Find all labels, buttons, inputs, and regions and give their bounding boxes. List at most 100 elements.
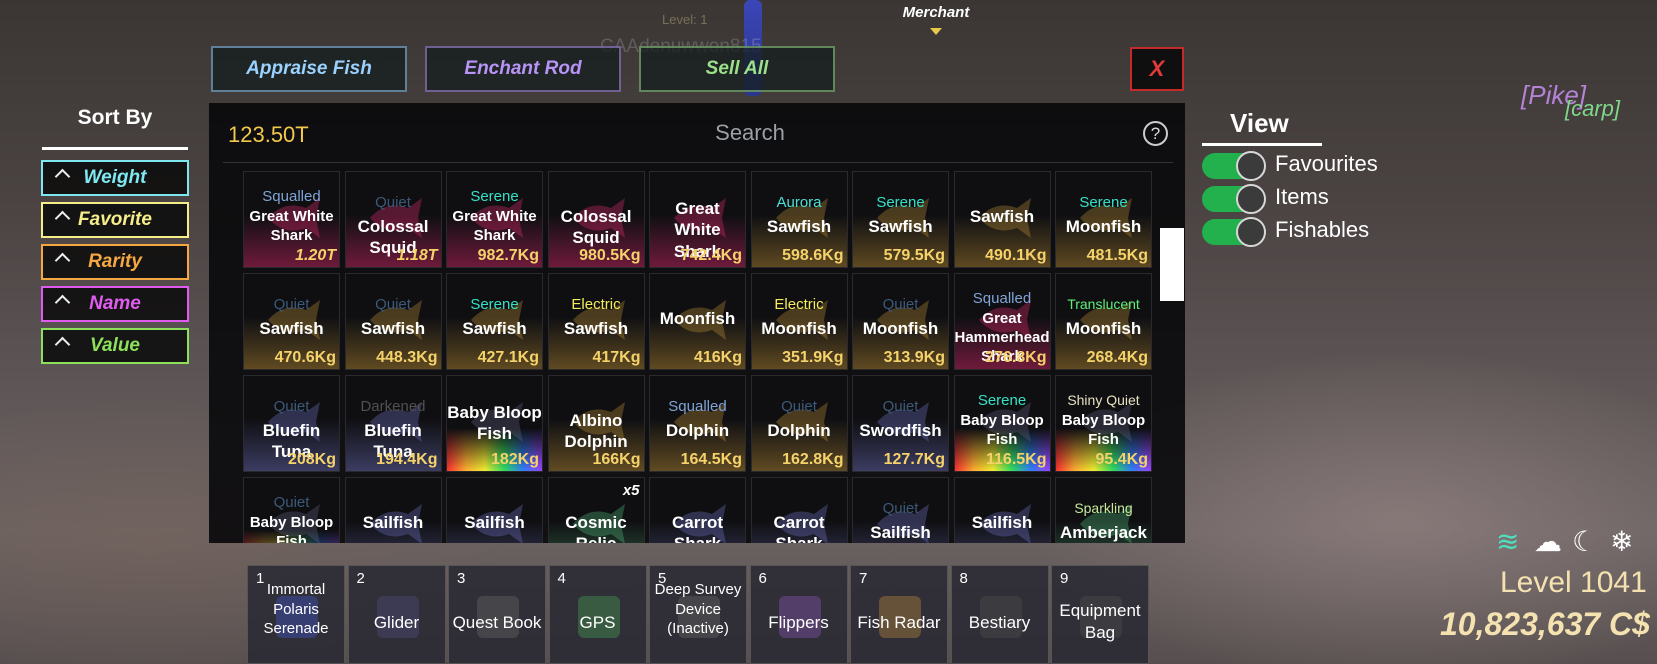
item-count: x5 <box>622 482 640 499</box>
inventory-item[interactable]: Moonfish 416Kg <box>649 273 746 370</box>
item-weight: 127.7Kg <box>883 451 945 468</box>
item-weight: 416Kg <box>693 349 742 366</box>
search-input[interactable]: Search <box>650 120 850 150</box>
inventory-item[interactable]: Squalled Dolphin 164.5Kg <box>649 375 746 472</box>
inventory-item[interactable]: Serene Baby Bloop Fish 116.5Kg <box>953 375 1051 472</box>
item-weight: 481.5Kg <box>1086 247 1148 264</box>
item-weight: 276.8Kg <box>985 349 1047 366</box>
inventory-item[interactable]: Squalled Great White Shark 1.20T <box>243 171 340 268</box>
hotbar-label: Flippers <box>768 613 829 632</box>
hotbar-slot-4[interactable]: 4 GPS <box>548 565 647 664</box>
inventory-item[interactable]: Serene Great White Shark 982.7Kg <box>446 171 543 268</box>
toggle-knob <box>1236 217 1266 247</box>
currency-balance: 10,823,637 C$ <box>1440 606 1650 642</box>
inventory-item[interactable]: Great White Shark 742.4Kg <box>649 171 746 268</box>
hotbar-slot-6[interactable]: 6 Flippers <box>749 565 848 664</box>
inventory-item[interactable]: Aurora Sawfish 598.6Kg <box>750 171 848 268</box>
item-name: Sailfish <box>464 513 525 532</box>
inventory-item[interactable]: Sailfish <box>344 477 442 543</box>
inventory-item[interactable]: Translucent Moonfish 268.4Kg <box>1055 273 1152 370</box>
inventory-item[interactable]: Baby Bloop Fish 182Kg <box>446 375 543 472</box>
inventory-item[interactable]: Serene Sawfish 579.5Kg <box>852 171 949 268</box>
chevron-down-icon <box>930 28 942 35</box>
hotbar-slot-7[interactable]: 7 Fish Radar <box>850 565 948 664</box>
inventory-item[interactable]: Squalled Great Hammerhead Shark 276.8Kg <box>953 273 1051 370</box>
inventory-item[interactable]: Quiet Dolphin 162.8Kg <box>750 375 848 472</box>
item-modifier: Serene <box>1079 194 1128 211</box>
sort-favorite-button[interactable]: Favorite <box>41 202 189 238</box>
item-modifier: Squalled <box>668 398 727 415</box>
inventory-item[interactable]: Quiet Sawfish 470.6Kg <box>243 273 340 370</box>
sort-name-button[interactable]: Name <box>41 286 189 322</box>
help-icon[interactable]: ? <box>1143 121 1168 146</box>
item-weight: 427.1Kg <box>477 349 539 366</box>
enchant-rod-label: Enchant Rod <box>464 58 582 79</box>
inventory-item[interactable]: Sailfish <box>953 477 1051 543</box>
inventory-item[interactable]: Sawfish 490.1Kg <box>953 171 1051 268</box>
inventory-item[interactable]: Sailfish <box>446 477 543 543</box>
inventory-item[interactable]: Carrot Shark <box>649 477 746 543</box>
item-name: Albino Dolphin <box>564 411 628 452</box>
item-name: Sawfish <box>868 217 933 236</box>
inventory-item[interactable]: Quiet Baby Bloop Fish <box>243 477 340 543</box>
hotbar-label: Quest Book <box>452 613 542 632</box>
inventory-item[interactable]: Quiet Sailfish <box>852 477 949 543</box>
item-name: Baby Bloop Fish <box>447 403 542 444</box>
item-name: Cosmic Relic <box>565 513 627 543</box>
inventory-item[interactable]: Electric Sawfish 417Kg <box>547 273 645 370</box>
appraise-fish-label: Appraise Fish <box>246 58 372 79</box>
sort-rarity-button[interactable]: Rarity <box>41 244 189 280</box>
inventory-item[interactable]: Colossal Squid 980.5Kg <box>547 171 645 268</box>
appraise-fish-button[interactable]: Appraise Fish <box>211 46 407 92</box>
item-name: Dolphin <box>665 421 730 440</box>
toggle-fishables[interactable] <box>1202 217 1266 247</box>
hotbar-key: 8 <box>959 570 968 587</box>
inventory-item[interactable]: Sparkling Amberjack <box>1055 477 1152 543</box>
inventory-item[interactable]: Quiet Sawfish 448.3Kg <box>344 273 442 370</box>
inventory-item[interactable]: Quiet Colossal Squid 1.18T <box>344 171 442 268</box>
hotbar-slot-9[interactable]: 9 Equipment Bag <box>1051 565 1149 664</box>
enchant-rod-button[interactable]: Enchant Rod <box>425 46 621 92</box>
item-modifier: Aurora <box>776 194 822 211</box>
hotbar-slot-8[interactable]: 8 Bestiary <box>950 565 1049 664</box>
inventory-item[interactable]: Darkened Bluefin Tuna 194.4Kg <box>344 375 442 472</box>
item-weight: 448.3Kg <box>376 349 438 366</box>
inventory-item[interactable]: Shiny Quiet Baby Bloop Fish 95.4Kg <box>1055 375 1152 472</box>
item-weight: 116.5Kg <box>986 451 1047 468</box>
hotbar-slot-2[interactable]: 2 Glider <box>347 565 446 664</box>
toggle-favourites[interactable] <box>1202 151 1266 181</box>
sort-value-button[interactable]: Value <box>41 328 189 364</box>
item-name: Swordfish <box>859 421 942 440</box>
inventory-item[interactable]: Quiet Moonfish 313.9Kg <box>852 273 949 370</box>
item-weight: 980.5Kg <box>579 247 641 264</box>
inventory-item[interactable]: Albino Dolphin 166Kg <box>547 375 645 472</box>
inventory-item[interactable]: Quiet Bluefin Tuna 208Kg <box>243 375 340 472</box>
sell-all-button[interactable]: Sell All <box>639 46 835 92</box>
item-modifier: Quiet <box>273 494 310 511</box>
hotbar-slot-3[interactable]: 3 Quest Book <box>448 565 546 664</box>
snowflake-icon: ❄ <box>1610 526 1634 557</box>
hotbar-slot-5[interactable]: 5 Deep Survey Device (Inactive) <box>649 565 747 664</box>
scrollbar-thumb[interactable] <box>1160 228 1184 301</box>
sort-weight-button[interactable]: Weight <box>41 160 189 196</box>
hotbar-label: Equipment Bag <box>1059 601 1141 643</box>
item-weight: 208Kg <box>287 451 336 468</box>
inventory-item[interactable]: Carrot Shark <box>750 477 848 543</box>
item-modifier: Quiet <box>882 500 919 517</box>
item-name: Sawfish <box>360 319 426 338</box>
close-button[interactable]: X <box>1130 47 1184 91</box>
hotbar-label: Bestiary <box>968 613 1031 632</box>
hotbar-slot-1[interactable]: 1 Immortal Polaris Serenade <box>247 565 345 664</box>
inventory-item[interactable]: Electric Moonfish 351.9Kg <box>750 273 848 370</box>
hotbar-label: Fish Radar <box>857 613 941 632</box>
inventory-item[interactable]: Cosmic Relic x5 <box>547 477 645 543</box>
inventory-item[interactable]: Quiet Swordfish 127.7Kg <box>852 375 949 472</box>
item-modifier: Quiet <box>882 398 919 415</box>
toggle-label: Fishables <box>1275 217 1370 242</box>
inventory-item[interactable]: Serene Moonfish 481.5Kg <box>1055 171 1152 268</box>
inventory-item[interactable]: Serene Sawfish 427.1Kg <box>446 273 543 370</box>
toggle-items[interactable] <box>1202 184 1266 214</box>
item-name: Carrot Shark <box>773 513 825 543</box>
hotbar-label: Deep Survey Device (Inactive) <box>654 581 742 637</box>
item-weight: 1.18T <box>396 247 438 264</box>
